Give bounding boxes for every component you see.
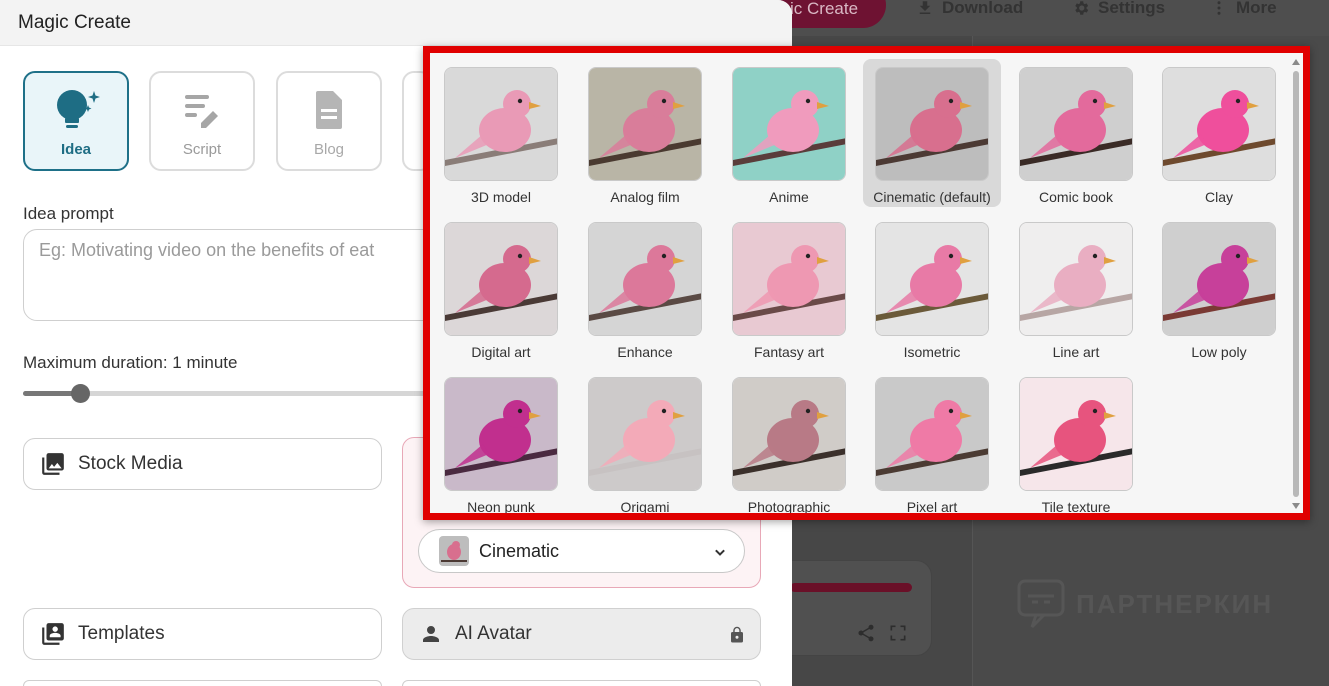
style-option-label: Neon punk [467, 499, 535, 513]
style-thumbnail [875, 377, 989, 491]
style-thumbnail [732, 222, 846, 336]
templates-icon [42, 623, 64, 645]
style-option-label: Cinematic (default) [873, 189, 991, 205]
style-thumbnail [444, 67, 558, 181]
download-icon [919, 1, 931, 14]
style-option-label: Enhance [617, 344, 673, 360]
style-option-label: Fantasy art [753, 344, 825, 360]
style-grid: 3D model Analog film Anime Cinematic (defau… [430, 53, 1303, 513]
gear-icon [1075, 1, 1089, 15]
style-thumbnail [1019, 67, 1133, 181]
slider-thumb[interactable] [70, 384, 90, 403]
mode-tab-idea[interactable]: Idea [23, 71, 129, 171]
style-thumbnail [1162, 222, 1276, 336]
style-select[interactable]: Cinematic [418, 529, 745, 573]
mode-tab-label: Blog [313, 141, 345, 158]
style-option-label: Clay [1204, 189, 1233, 205]
scroll-up-icon[interactable] [1292, 59, 1300, 65]
style-picker-popover: 3D model Analog film Anime Cinematic (defau… [423, 46, 1310, 520]
progress-bar [790, 583, 912, 592]
option-button[interactable] [23, 680, 382, 686]
style-thumbnail [444, 222, 558, 336]
style-option-label: Tile texture [1041, 499, 1111, 513]
style-option[interactable]: Clay [1150, 59, 1288, 207]
image-gallery-icon [42, 453, 64, 475]
script-pen-icon [185, 95, 218, 128]
ai-avatar-button[interactable]: AI Avatar [402, 608, 761, 660]
person-icon [423, 626, 439, 642]
scrollbar[interactable] [1291, 57, 1301, 511]
style-option[interactable]: Comic book [1007, 59, 1145, 207]
style-option[interactable]: Anime [720, 59, 858, 207]
templates-button[interactable]: Templates [23, 608, 382, 660]
style-thumbnail [1019, 377, 1133, 491]
duration-slider[interactable] [23, 384, 443, 403]
scroll-thumb[interactable] [1293, 71, 1299, 497]
download-button[interactable]: Download [916, 0, 1023, 18]
style-option-label: Isometric [903, 344, 961, 360]
style-thumbnail [588, 67, 702, 181]
style-option[interactable]: Pixel art [863, 369, 1001, 513]
idea-prompt-input[interactable] [24, 230, 424, 271]
style-thumbnail [588, 222, 702, 336]
style-thumbnail [1162, 67, 1276, 181]
style-thumbnail [439, 536, 469, 566]
style-option[interactable]: Low poly [1150, 214, 1288, 362]
style-option[interactable]: Neon punk [432, 369, 570, 513]
style-option[interactable]: Photographic [720, 369, 858, 513]
style-option-label: Pixel art [906, 499, 958, 513]
style-thumbnail [875, 67, 989, 181]
mode-tab-script[interactable]: Script [149, 71, 255, 171]
style-option[interactable]: Analog film [576, 59, 714, 207]
more-vert-icon [1217, 1, 1221, 15]
duration-label: Maximum duration: 1 minute [23, 353, 238, 372]
style-option[interactable]: Line art [1007, 214, 1145, 362]
style-option[interactable]: Enhance [576, 214, 714, 362]
style-option-label: Line art [1052, 344, 1100, 360]
panel-title: Magic Create [0, 0, 792, 46]
lock-icon [731, 626, 743, 643]
fullscreen-icon[interactable] [888, 623, 908, 643]
style-thumbnail [732, 377, 846, 491]
idea-prompt-label: Idea prompt [23, 204, 114, 223]
lightbulb-sparkle-icon [57, 90, 100, 128]
document-icon [316, 91, 342, 129]
style-option[interactable]: 3D model [432, 59, 570, 207]
style-option-label: Analog film [610, 189, 680, 205]
style-option-label: Origami [620, 499, 670, 513]
watermark-logo-icon [1017, 579, 1065, 629]
scroll-down-icon[interactable] [1292, 503, 1300, 509]
style-thumbnail [732, 67, 846, 181]
style-option[interactable]: Isometric [863, 214, 1001, 362]
style-thumbnail [588, 377, 702, 491]
settings-button[interactable]: Settings [1072, 0, 1165, 18]
style-option-label: Comic book [1039, 189, 1113, 205]
style-option-label: 3D model [471, 189, 531, 205]
style-option[interactable]: Tile texture [1007, 369, 1145, 513]
share-icon[interactable] [856, 623, 876, 643]
chevron-down-icon [715, 549, 725, 556]
style-thumbnail [444, 377, 558, 491]
style-thumbnail [875, 222, 989, 336]
style-select-value: Cinematic [479, 540, 560, 561]
style-option[interactable]: Fantasy art [720, 214, 858, 362]
watermark: ПАРТНЕРКИН [1016, 578, 1273, 630]
style-option-label: Digital art [471, 344, 531, 360]
style-option-label: Anime [769, 189, 809, 205]
option-button[interactable] [402, 680, 761, 686]
style-thumbnail [1019, 222, 1133, 336]
card-actions [856, 623, 908, 643]
stock-media-button[interactable]: Stock Media [23, 438, 382, 490]
style-option[interactable]: Origami [576, 369, 714, 513]
mode-tab-label: Idea [60, 141, 91, 158]
idea-prompt-field[interactable] [23, 229, 443, 321]
style-option-label: Low poly [1191, 344, 1247, 360]
style-option[interactable]: Digital art [432, 214, 570, 362]
style-option[interactable]: Cinematic (default) [863, 59, 1001, 207]
mode-tab-blog[interactable]: Blog [276, 71, 382, 171]
style-option-label: Photographic [747, 499, 831, 513]
mode-tab-label: Script [182, 141, 222, 158]
more-button[interactable]: More [1210, 0, 1277, 18]
